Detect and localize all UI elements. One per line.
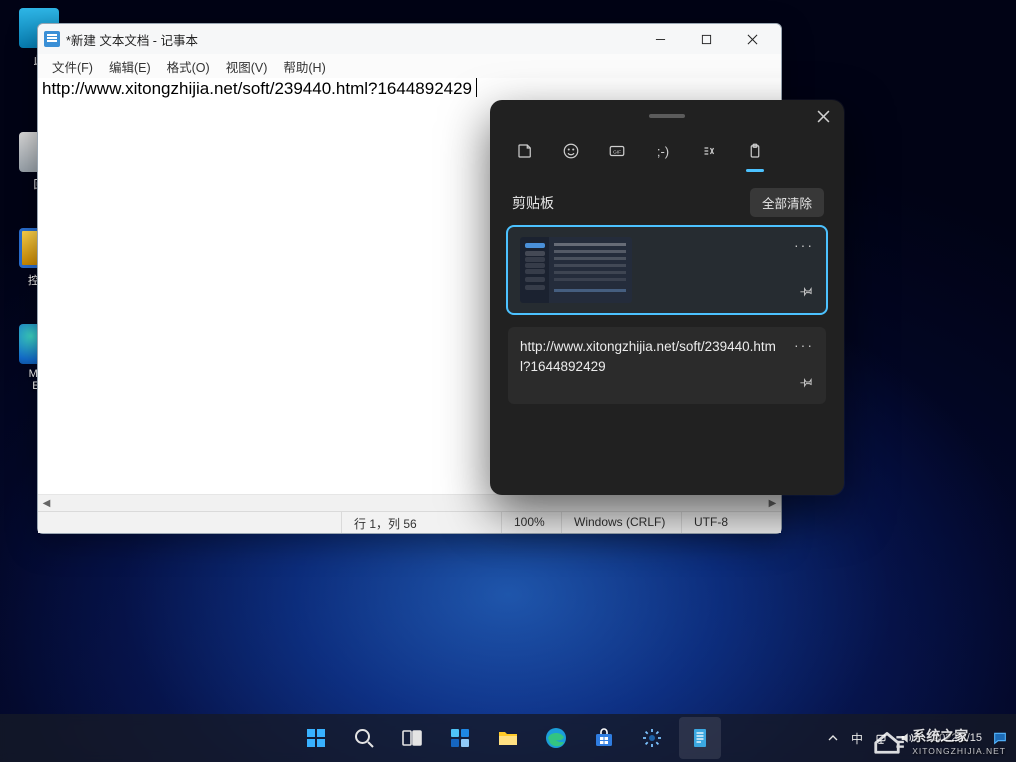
menu-view[interactable]: 视图(V) xyxy=(218,55,276,78)
category-tabs: GIF ;-) xyxy=(490,118,844,172)
pin-icon xyxy=(800,284,814,298)
search-icon xyxy=(352,726,376,750)
pin-button[interactable] xyxy=(800,375,814,394)
status-cursor-position: 行 1，列 56 xyxy=(341,512,501,533)
watermark-name: 系统之家 xyxy=(912,726,1006,746)
search-button[interactable] xyxy=(343,717,385,759)
kaomoji-icon: ;-) xyxy=(657,144,669,159)
title-bar[interactable]: *新建 文本文档 - 记事本 xyxy=(38,24,781,54)
gear-icon xyxy=(640,726,664,750)
status-line-ending: Windows (CRLF) xyxy=(561,512,681,533)
pin-button[interactable] xyxy=(800,284,814,303)
ime-label: 中 xyxy=(851,730,863,747)
sticker-icon xyxy=(516,142,534,160)
edge-icon xyxy=(544,726,568,750)
maximize-button[interactable] xyxy=(683,25,729,53)
task-view-button[interactable] xyxy=(391,717,433,759)
menu-edit[interactable]: 编辑(E) xyxy=(101,55,159,78)
status-spacer xyxy=(38,512,341,533)
widgets-icon xyxy=(448,726,472,750)
notepad-taskbar-button[interactable] xyxy=(679,717,721,759)
tab-kaomoji[interactable]: ;-) xyxy=(652,140,674,162)
taskbar-center xyxy=(295,717,721,759)
status-encoding: UTF-8 xyxy=(681,512,781,533)
horizontal-scrollbar[interactable]: ◀ ▶ xyxy=(38,494,781,511)
watermark-logo-icon xyxy=(868,726,906,756)
widgets-button[interactable] xyxy=(439,717,481,759)
minimize-button[interactable] xyxy=(637,25,683,53)
menu-file[interactable]: 文件(F) xyxy=(44,55,101,78)
status-bar: 行 1，列 56 100% Windows (CRLF) UTF-8 xyxy=(38,511,781,533)
more-button[interactable]: ··· xyxy=(794,237,814,253)
tab-clipboard[interactable] xyxy=(744,140,766,162)
menu-help[interactable]: 帮助(H) xyxy=(275,55,333,78)
clipboard-text-preview: http://www.xitongzhijia.net/soft/239440.… xyxy=(520,337,780,394)
tab-symbols[interactable] xyxy=(698,140,720,162)
window-title: *新建 文本文档 - 记事本 xyxy=(66,30,637,49)
clipboard-panel: GIF ;-) 剪贴板 全部清除 ··· xyxy=(490,100,844,495)
pin-icon xyxy=(800,375,814,389)
watermark: 系统之家 XITONGZHIJIA.NET xyxy=(868,726,1006,756)
file-explorer-icon xyxy=(496,726,520,750)
ime-indicator[interactable]: 中 xyxy=(851,730,863,747)
store-icon xyxy=(592,726,616,750)
close-button[interactable] xyxy=(729,25,775,53)
tab-sticker[interactable] xyxy=(514,140,536,162)
clear-all-button[interactable]: 全部清除 xyxy=(750,188,824,217)
text-content: http://www.xitongzhijia.net/soft/239440.… xyxy=(38,78,476,100)
tab-emoji[interactable] xyxy=(560,140,582,162)
watermark-url: XITONGZHIJIA.NET xyxy=(912,746,1006,756)
edge-button[interactable] xyxy=(535,717,577,759)
desktop: 此 回 控制 Micr Ed *新建 文本文档 - 记事本 xyxy=(0,0,1016,762)
settings-button[interactable] xyxy=(631,717,673,759)
taskbar: 中 2022/2/15 xyxy=(0,714,1016,762)
menu-format[interactable]: 格式(O) xyxy=(159,55,218,78)
scroll-left-icon[interactable]: ◀ xyxy=(38,495,55,511)
more-button[interactable]: ··· xyxy=(794,337,814,353)
store-button[interactable] xyxy=(583,717,625,759)
clipboard-item-image[interactable]: ··· xyxy=(508,227,826,313)
clipboard-icon xyxy=(746,142,764,160)
windows-start-icon xyxy=(304,726,328,750)
task-view-icon xyxy=(400,726,424,750)
tab-gif[interactable]: GIF xyxy=(606,140,628,162)
svg-text:GIF: GIF xyxy=(613,149,621,155)
clipboard-thumbnail xyxy=(520,237,632,303)
scroll-right-icon[interactable]: ▶ xyxy=(764,495,781,511)
notepad-icon xyxy=(688,726,712,750)
start-button[interactable] xyxy=(295,717,337,759)
gif-icon: GIF xyxy=(608,142,626,160)
clipboard-header: 剪贴板 全部清除 xyxy=(490,172,844,227)
clipboard-items: ··· http://www.xitongzhijia.net/soft/239… xyxy=(490,227,844,404)
close-button[interactable] xyxy=(817,110,830,127)
clipboard-title: 剪贴板 xyxy=(512,193,554,213)
notepad-icon xyxy=(44,31,60,47)
emoji-icon xyxy=(562,142,580,160)
menu-bar: 文件(F) 编辑(E) 格式(O) 视图(V) 帮助(H) xyxy=(38,54,781,78)
chevron-up-icon xyxy=(825,730,841,746)
explorer-button[interactable] xyxy=(487,717,529,759)
caret xyxy=(476,78,477,97)
status-zoom: 100% xyxy=(501,512,561,533)
overflow-button[interactable] xyxy=(825,730,841,746)
symbols-icon xyxy=(700,142,718,160)
clipboard-item-text[interactable]: http://www.xitongzhijia.net/soft/239440.… xyxy=(508,327,826,404)
